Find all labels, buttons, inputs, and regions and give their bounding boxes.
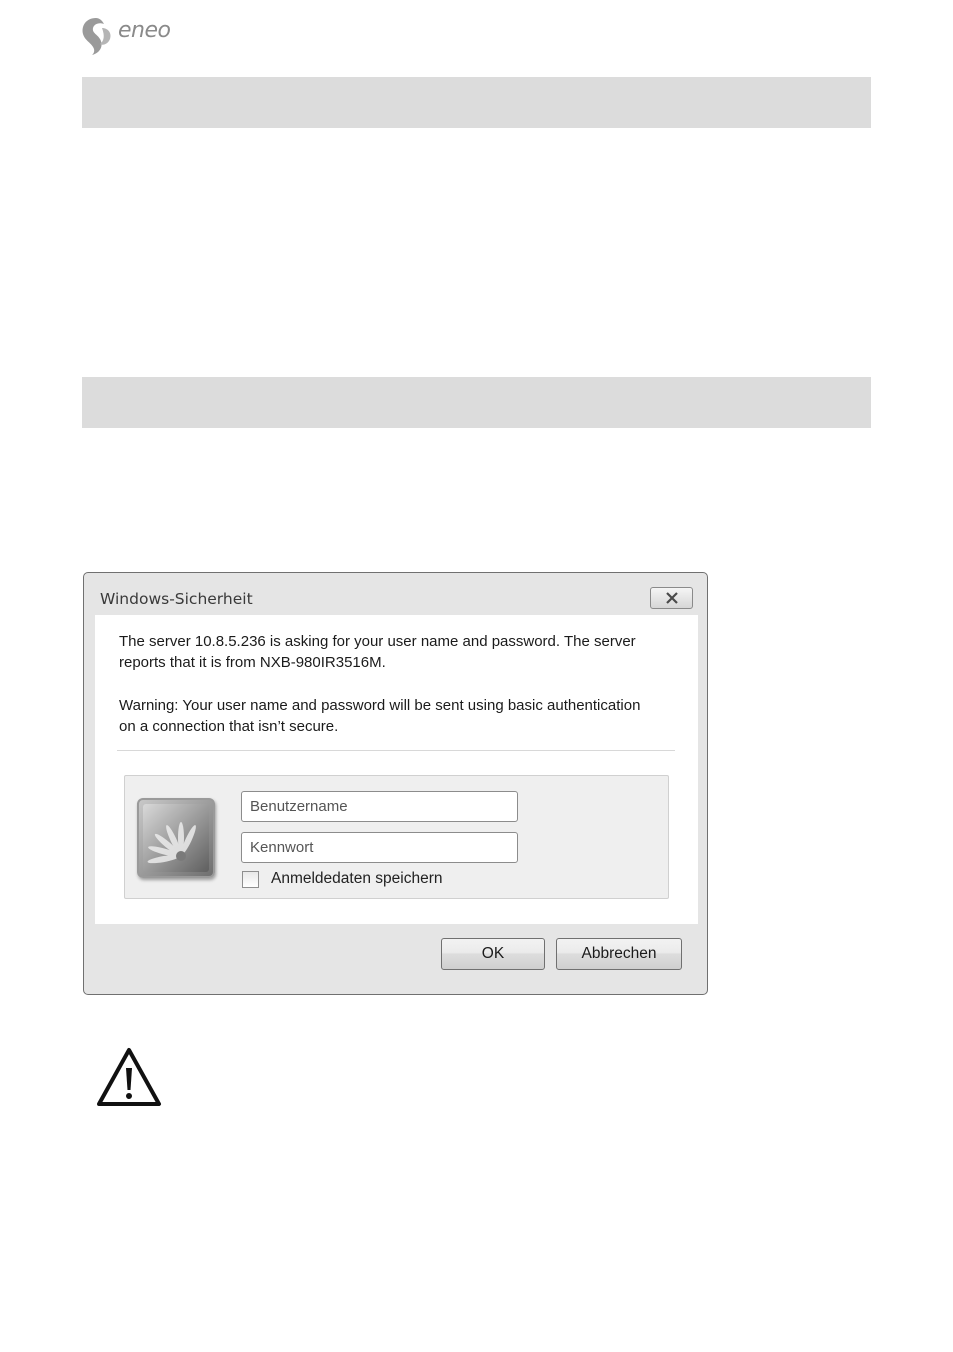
warning-message: Warning: Your user name and password wil… (119, 697, 641, 735)
close-icon (666, 592, 678, 604)
user-avatar-icon (143, 804, 209, 872)
separator (117, 750, 675, 751)
section-heading-bar-1 (82, 77, 871, 128)
credential-panel: Anmeldedaten speichern (124, 775, 669, 899)
remember-credentials-label: Anmeldedaten speichern (271, 870, 443, 887)
warning-triangle-icon (97, 1048, 161, 1106)
eneo-logo-icon (82, 18, 111, 55)
windows-security-dialog: Windows-Sicherheit The server 10.8.5.236… (83, 572, 708, 995)
password-input[interactable] (241, 832, 518, 863)
close-button[interactable] (650, 587, 693, 609)
section-heading-bar-2 (82, 377, 871, 428)
server-message: The server 10.8.5.236 is asking for your… (119, 633, 636, 671)
dialog-body: The server 10.8.5.236 is asking for your… (95, 615, 698, 924)
username-input[interactable] (241, 791, 518, 822)
dialog-title: Windows-Sicherheit (100, 590, 253, 608)
eneo-logo: eneo (80, 16, 190, 60)
user-avatar (137, 798, 215, 878)
logo-text: eneo (118, 18, 171, 43)
remember-credentials-checkbox[interactable] (242, 871, 259, 888)
cancel-button[interactable]: Abbrechen (556, 938, 682, 970)
ok-button[interactable]: OK (441, 938, 545, 970)
